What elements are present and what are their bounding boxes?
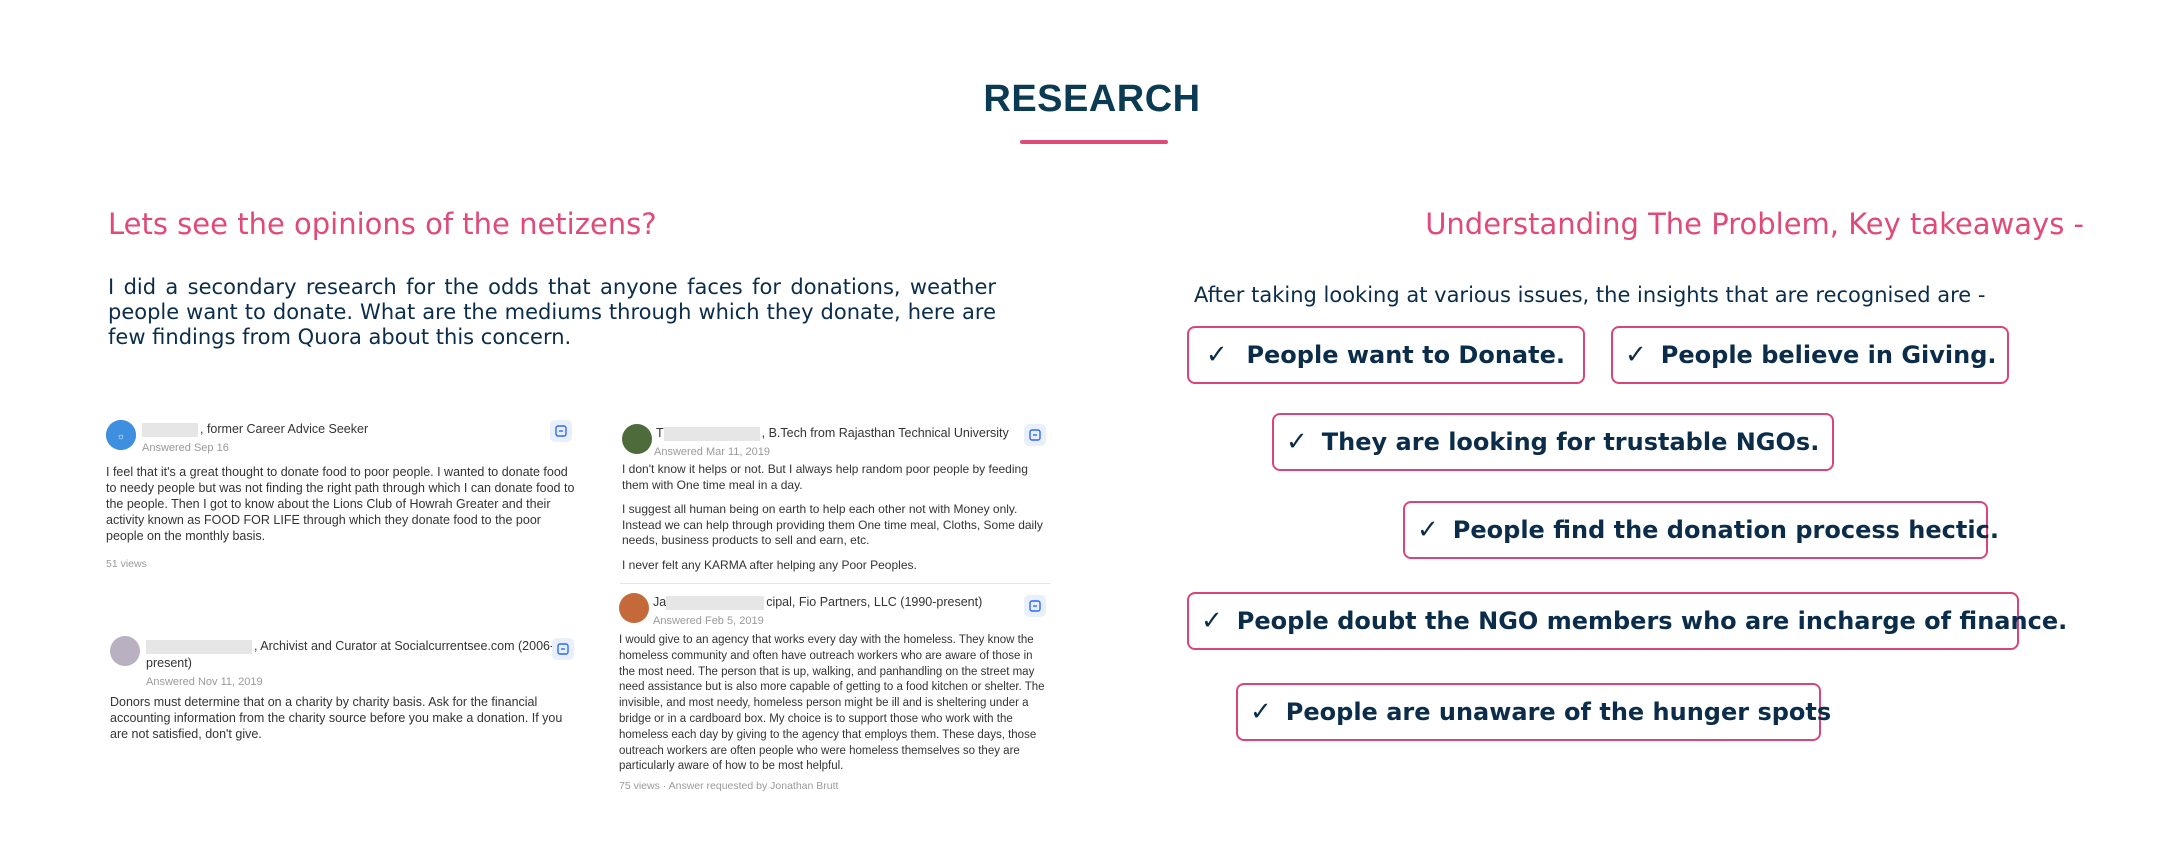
check-icon: ✓	[1286, 427, 1308, 457]
answer-date: Answered Mar 11, 2019	[654, 446, 770, 458]
answer-date: Answered Feb 5, 2019	[653, 615, 764, 627]
insight-text: People want to Donate.	[1246, 341, 1565, 369]
answer-card-4: Ja cipal, Fio Partners, LLC (1990-present…	[619, 593, 1049, 803]
answer-views: 75 views · Answer requested by Jonathan …	[619, 780, 839, 792]
title-underline	[1020, 140, 1168, 144]
insight-text: People doubt the NGO members who are inc…	[1236, 607, 2068, 635]
answer-date: Answered Sep 16	[142, 442, 229, 454]
answer-card-2: , Archivist and Curator at Socialcurrent…	[110, 634, 580, 754]
check-icon: ✓	[1201, 606, 1223, 636]
check-icon: ✓	[1205, 340, 1228, 370]
insight-pill-2: ✓ People believe in Giving.	[1611, 326, 2009, 384]
check-icon: ✓	[1250, 697, 1272, 727]
answer-body: I feel that it's a great thought to dona…	[106, 465, 575, 543]
insight-pill-1: ✓ People want to Donate.	[1187, 326, 1585, 384]
answer-card-1: ☼ , former Career Advice Seeker Answered…	[106, 418, 576, 578]
svg-text:☼: ☼	[117, 431, 125, 441]
opinions-heading: Lets see the opinions of the netizens?	[108, 207, 657, 241]
answer-body: I don't know it helps or not. But I alwa…	[622, 462, 1043, 572]
page-title: RESEARCH	[983, 78, 1201, 120]
insight-text: They are looking for trustable NGOs.	[1321, 428, 1820, 456]
insight-text: People believe in Giving.	[1660, 341, 1997, 369]
takeaways-heading: Understanding The Problem, Key takeaways…	[1425, 207, 2084, 241]
insight-pill-6: ✓ People are unaware of the hunger spots	[1236, 683, 1831, 741]
avatar	[619, 593, 649, 623]
check-icon: ✓	[1625, 340, 1647, 370]
answer-author: T, B.Tech from Rajasthan Technical Unive…	[656, 426, 1009, 441]
insight-pill-5: ✓ People doubt the NGO members who are i…	[1187, 592, 2067, 650]
answer-author: , Archivist and Curator at Socialcurrent…	[146, 639, 555, 670]
share-icon[interactable]	[552, 638, 574, 660]
insight-pill-4: ✓ People find the donation process hecti…	[1403, 501, 1999, 559]
share-icon[interactable]	[550, 420, 572, 442]
insight-text: People find the donation process hectic.	[1452, 516, 1999, 544]
research-intro: I did a secondary research for the odds …	[108, 275, 996, 349]
insights-intro: After taking looking at various issues, …	[1194, 283, 1986, 307]
answer-author: Ja cipal, Fio Partners, LLC (1990-present…	[653, 595, 983, 610]
answer-card-3: T, B.Tech from Rajasthan Technical Unive…	[622, 424, 1048, 584]
answer-author: , former Career Advice Seeker	[142, 422, 368, 437]
check-icon: ✓	[1417, 515, 1439, 545]
answer-body: Donors must determine that on a charity …	[110, 695, 563, 741]
insight-pill-3: ✓ They are looking for trustable NGOs.	[1272, 413, 1834, 471]
avatar	[622, 424, 652, 454]
answer-date: Answered Nov 11, 2019	[146, 676, 263, 688]
answer-divider	[620, 583, 1050, 584]
share-icon[interactable]	[1024, 424, 1046, 446]
answer-views: 51 views	[106, 558, 147, 570]
share-icon[interactable]	[1024, 595, 1046, 617]
avatar: ☼	[106, 420, 136, 450]
insight-text: People are unaware of the hunger spots	[1285, 698, 1832, 726]
avatar	[110, 636, 140, 666]
answer-body: I would give to an agency that works eve…	[619, 634, 1045, 773]
